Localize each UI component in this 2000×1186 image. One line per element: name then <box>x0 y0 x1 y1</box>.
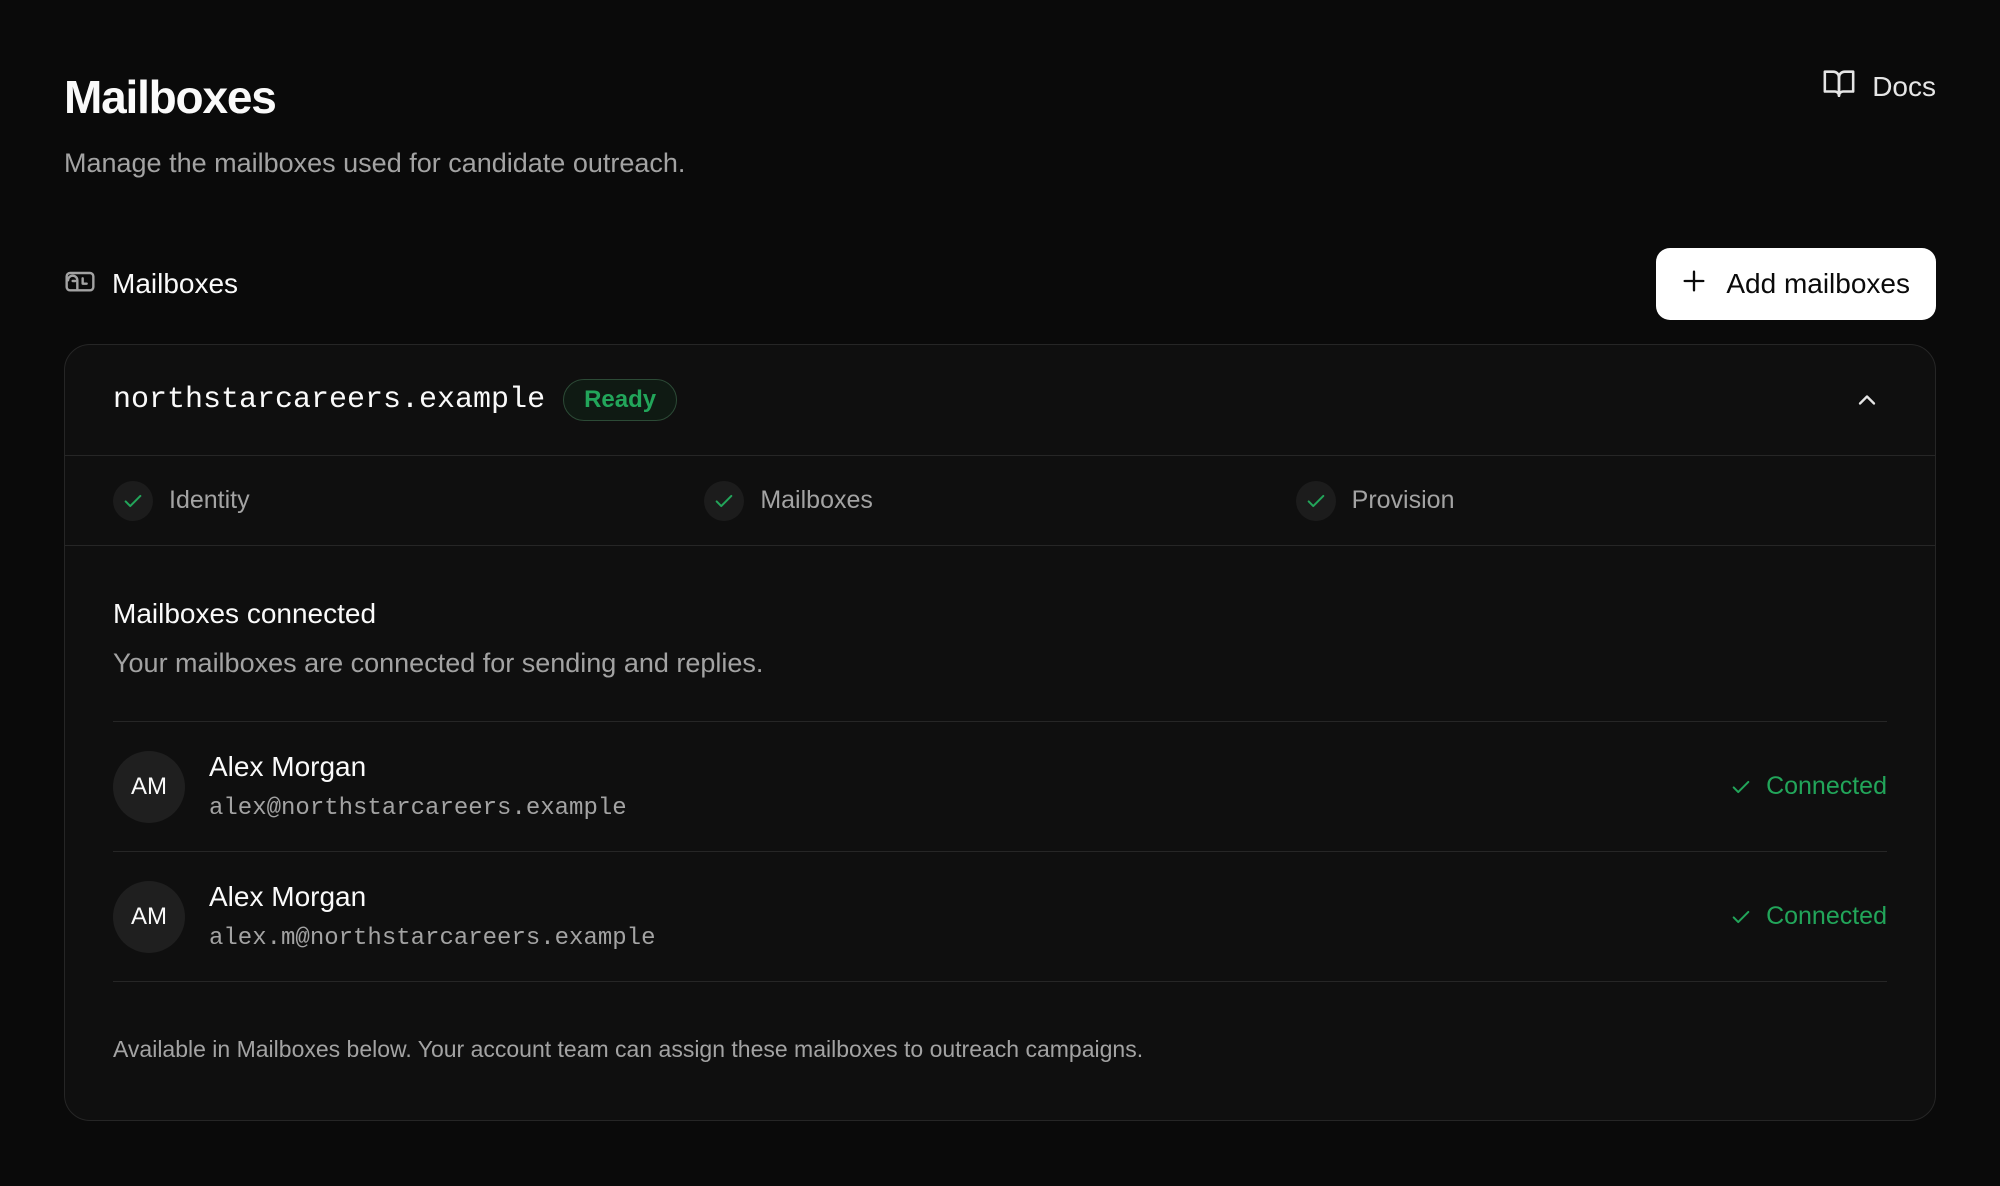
step-label: Identity <box>169 486 250 514</box>
check-icon <box>1732 910 1750 923</box>
check-icon <box>1295 480 1336 521</box>
step-label: Provision <box>1351 486 1455 514</box>
mailboxes-page: Mailboxes Manage the mailboxes used for … <box>0 0 2000 1186</box>
connection-status: Connected <box>1730 772 1887 801</box>
docs-label: Docs <box>1872 70 1936 102</box>
footnote: Available in Mailboxes below. Your accou… <box>113 1036 1144 1062</box>
collapse-toggle[interactable] <box>1847 380 1887 420</box>
chevron-up-icon <box>1858 395 1876 405</box>
add-mailboxes-label: Add mailboxes <box>1726 268 1910 299</box>
page-title: Mailboxes <box>64 71 277 123</box>
avatar: AM <box>113 750 185 823</box>
step-identity: Identity <box>113 480 704 521</box>
step-provision: Provision <box>1295 480 1887 521</box>
avatar: AM <box>113 880 185 953</box>
page-subtitle: Manage the mailboxes used for candidate … <box>64 148 686 178</box>
mailbox-name: Alex Morgan <box>209 881 367 912</box>
status-badge: Ready <box>563 379 678 421</box>
mailbox-icon <box>64 265 96 304</box>
add-mailboxes-button[interactable]: Add mailboxes <box>1656 248 1936 320</box>
step-label: Mailboxes <box>760 486 873 514</box>
setup-steps: Identity Mailboxes Provision <box>65 456 1935 546</box>
check-icon <box>704 480 745 521</box>
check-icon <box>113 480 153 521</box>
mailbox-name: Alex Morgan <box>209 751 367 782</box>
connected-description: Your mailboxes are connected for sending… <box>113 648 764 678</box>
mailbox-email: alex.m@northstarcareers.example <box>209 925 656 952</box>
mailbox-info: Alex Morgan alex@northstarcareers.exampl… <box>209 751 627 822</box>
domain-name: northstarcareers.example <box>113 383 546 417</box>
mailbox-row[interactable]: AM Alex Morgan alex@northstarcareers.exa… <box>113 722 1887 852</box>
connection-status-label: Connected <box>1766 902 1887 930</box>
mailbox-list: AM Alex Morgan alex@northstarcareers.exa… <box>113 721 1887 982</box>
step-mailboxes: Mailboxes <box>704 480 1295 521</box>
domain-card: northstarcareers.example Ready Identity … <box>64 344 1936 1121</box>
connection-status: Connected <box>1730 902 1887 931</box>
section-title-label: Mailboxes <box>112 268 239 299</box>
connection-status-label: Connected <box>1766 772 1887 800</box>
check-icon <box>1732 780 1750 793</box>
docs-link[interactable]: Docs <box>1822 66 1936 107</box>
connected-title: Mailboxes connected <box>113 598 377 629</box>
mailbox-row[interactable]: AM Alex Morgan alex.m@northstarcareers.e… <box>113 852 1887 982</box>
section-title: Mailboxes <box>64 265 238 304</box>
mailbox-info: Alex Morgan alex.m@northstarcareers.exam… <box>209 881 655 952</box>
domain-card-header[interactable]: northstarcareers.example Ready <box>65 345 1935 456</box>
book-open-icon <box>1822 66 1856 107</box>
mailbox-email: alex@northstarcareers.example <box>209 795 627 822</box>
card-body: Mailboxes connected Your mailboxes are c… <box>65 546 1935 1063</box>
section-header: Mailboxes Add mailboxes <box>64 248 1936 320</box>
plus-icon <box>1680 267 1708 302</box>
